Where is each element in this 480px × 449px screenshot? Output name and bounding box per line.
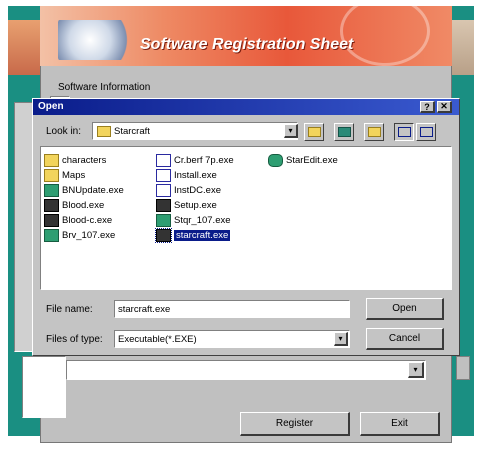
software-information-label: Software Information: [58, 82, 151, 93]
file-item-bnupdate[interactable]: BNUpdate.exe: [44, 184, 124, 197]
file-item-staredit[interactable]: StarEdit.exe: [268, 154, 338, 167]
close-button[interactable]: ✕: [437, 101, 452, 113]
exe-icon: [156, 169, 171, 182]
exe-icon: [268, 154, 283, 167]
file-item-instdc[interactable]: InstDC.exe: [156, 184, 221, 197]
new-folder-icon[interactable]: [364, 123, 384, 141]
left-banner-art: [8, 20, 40, 75]
lower-combo-dropdown[interactable]: ▾: [408, 362, 424, 378]
desktop-icon[interactable]: [334, 123, 354, 141]
exe-icon: [156, 184, 171, 197]
look-in-dropdown[interactable]: Starcraft: [92, 122, 298, 140]
look-in-dropdown-arrow[interactable]: ▾: [284, 124, 298, 138]
selected-file-label: starcraft.exe: [174, 230, 231, 241]
banner-logo-icon: [58, 20, 138, 60]
exit-button[interactable]: Exit: [360, 412, 440, 436]
registration-banner: Software Registration Sheet: [40, 6, 452, 66]
open-button[interactable]: Open: [366, 298, 444, 320]
look-in-label: Look in:: [46, 126, 82, 137]
files-of-type-value: Executable(*.EXE): [118, 333, 197, 345]
exe-icon: [44, 199, 59, 212]
banner-swoosh-icon: [340, 6, 430, 66]
banner-title: Software Registration Sheet: [140, 36, 354, 53]
dialog-title: Open: [38, 101, 64, 112]
register-button[interactable]: Register: [240, 412, 350, 436]
files-of-type-dropdown[interactable]: Executable(*.EXE): [114, 330, 350, 348]
file-item-blood-c[interactable]: Blood-c.exe: [44, 214, 112, 227]
exe-icon: [155, 228, 172, 243]
exe-icon: [44, 229, 59, 242]
file-item-crberf[interactable]: Cr.berf 7p.exe: [156, 154, 234, 167]
exe-icon: [156, 199, 171, 212]
look-in-value: Starcraft: [114, 125, 150, 137]
exe-icon: [44, 214, 59, 227]
details-view-icon[interactable]: [416, 123, 436, 141]
list-view-icon[interactable]: [394, 123, 414, 141]
help-button[interactable]: ?: [420, 101, 435, 113]
folder-icon: [44, 169, 59, 182]
file-item-characters[interactable]: characters: [44, 154, 106, 167]
cancel-button[interactable]: Cancel: [366, 328, 444, 350]
dialog-titlebar[interactable]: [33, 99, 459, 115]
right-edge-panel: [456, 356, 470, 380]
exe-icon: [156, 154, 171, 167]
exe-icon: [44, 184, 59, 197]
right-banner-art: [452, 20, 474, 75]
exe-icon: [156, 214, 171, 227]
file-item-blood[interactable]: Blood.exe: [44, 199, 104, 212]
folder-icon: [97, 125, 111, 137]
up-one-level-icon[interactable]: [304, 123, 324, 141]
file-name-value: starcraft.exe: [118, 303, 171, 315]
file-item-brv107[interactable]: Brv_107.exe: [44, 229, 115, 242]
file-item-setup[interactable]: Setup.exe: [156, 199, 217, 212]
files-of-type-label: Files of type:: [46, 334, 103, 345]
file-item-maps[interactable]: Maps: [44, 169, 85, 182]
lower-list-box[interactable]: [22, 356, 66, 418]
file-item-install[interactable]: Install.exe: [156, 169, 217, 182]
file-item-starcraft[interactable]: starcraft.exe: [155, 228, 231, 243]
file-name-input[interactable]: starcraft.exe: [114, 300, 350, 318]
file-item-stqr107[interactable]: Stqr_107.exe: [156, 214, 231, 227]
file-name-label: File name:: [46, 304, 93, 315]
lower-combo-box[interactable]: [66, 360, 426, 380]
folder-icon: [44, 154, 59, 167]
files-of-type-dropdown-arrow[interactable]: ▾: [334, 332, 348, 346]
